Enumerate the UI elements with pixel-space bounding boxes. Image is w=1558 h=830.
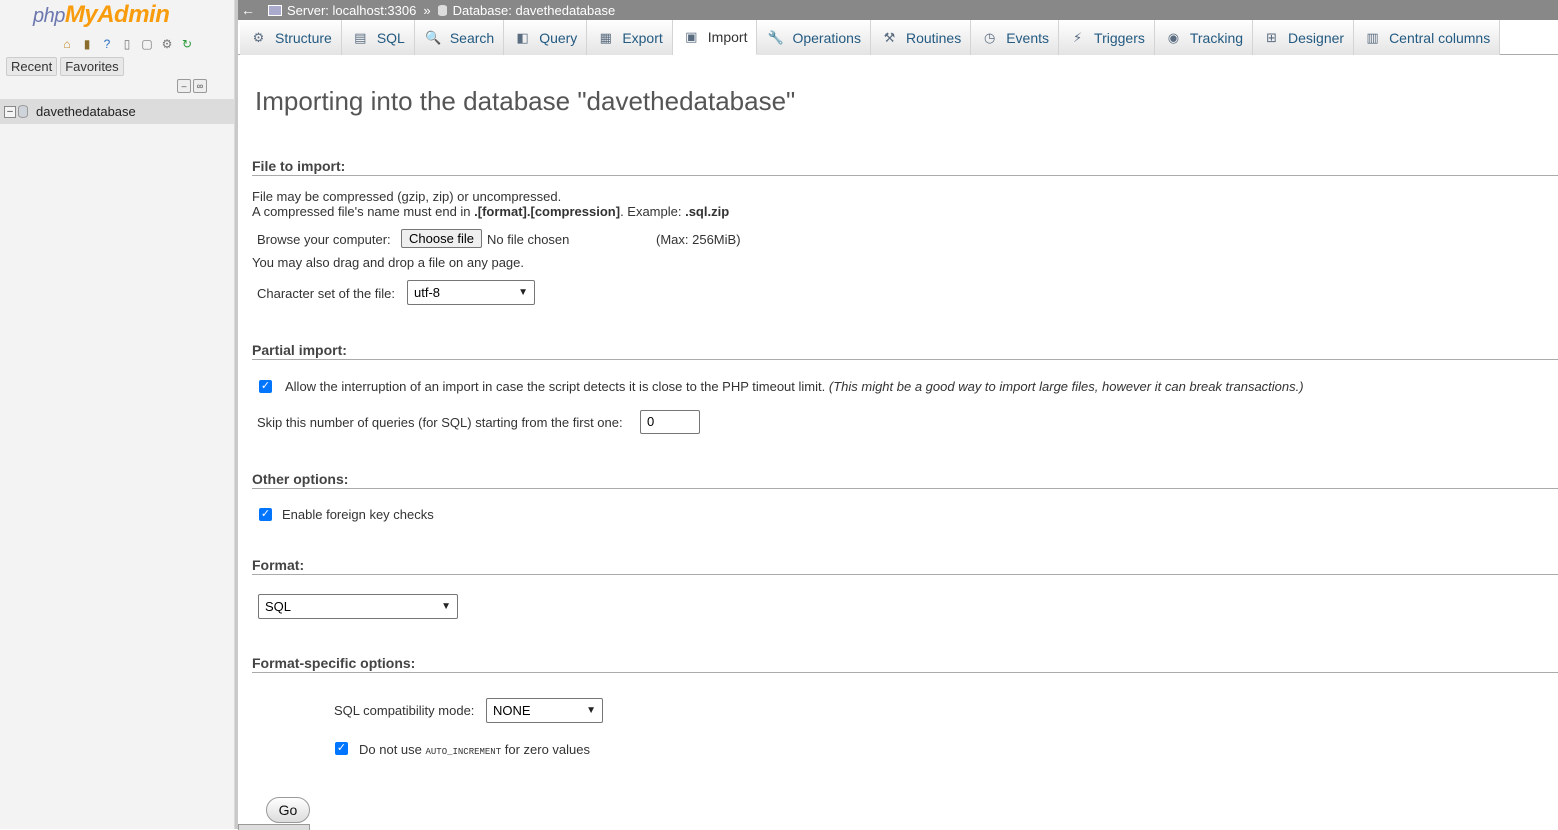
tab-designer[interactable]: ⊞ Designer (1253, 20, 1355, 55)
quick-links: ⌂ ▮ ? ▯ ▢ ⚙ ↻ (59, 36, 195, 52)
favorite-tables-button[interactable]: Favorites (60, 57, 124, 76)
sql-compat-select[interactable]: NONE ▼ (486, 698, 603, 723)
partial-import-heading: Partial import: (252, 342, 1558, 360)
allow-interrupt-label: Allow the interruption of an import in c… (285, 379, 1304, 394)
compression-note: File may be compressed (gzip, zip) or un… (252, 189, 562, 204)
phpmyadmin-logo[interactable]: phpMyAdmin (33, 1, 170, 29)
recent-favorites-tabs: Recent Favorites (6, 57, 124, 76)
breadcrumb: Server: localhost:3306 » Database: davet… (268, 3, 615, 18)
operations-icon: 🔧 (767, 29, 785, 45)
designer-icon: ⊞ (1266, 29, 1277, 45)
foreign-key-checks-label: Enable foreign key checks (282, 507, 434, 522)
collapse-all-icon[interactable]: – (177, 79, 191, 93)
link-with-main-icon[interactable]: ∞ (193, 79, 207, 93)
tab-tracking[interactable]: ◉ Tracking (1154, 20, 1254, 55)
database-name[interactable]: davethedatabase (36, 104, 136, 119)
database-icon (437, 4, 447, 16)
chevron-down-icon: ▼ (518, 287, 528, 298)
compressed-filename-note: A compressed file's name must end in .[f… (252, 204, 730, 219)
structure-icon: ⚙ (252, 29, 265, 45)
search-icon: 🔍 (425, 29, 442, 45)
collapse-icon[interactable]: – (4, 105, 16, 118)
settings-icon[interactable]: ⚙ (159, 36, 175, 52)
recent-tables-button[interactable]: Recent (6, 57, 58, 76)
chevron-down-icon: ▼ (586, 705, 596, 716)
logout-icon[interactable]: ▮ (79, 36, 95, 52)
tab-structure[interactable]: ⚙ Structure (240, 20, 342, 55)
routines-icon: ⚒ (883, 29, 896, 45)
main-content: Importing into the database "davethedata… (238, 56, 1558, 830)
tab-query[interactable]: ◧ Query (504, 20, 588, 55)
breadcrumb-server[interactable]: Server: localhost:3306 (287, 3, 416, 18)
max-upload-size: (Max: 256MiB) (656, 232, 741, 247)
choose-file-button[interactable]: Choose file (401, 229, 483, 248)
database-tabs: ⚙ Structure ▤ SQL 🔍 Search ◧ Query ▦ Export ▣… (238, 20, 1558, 55)
go-button[interactable]: Go (266, 797, 310, 823)
console-toggle[interactable] (238, 824, 310, 830)
page-title: Importing into the database "davethedata… (255, 86, 796, 116)
query-icon: ◧ (516, 29, 529, 45)
export-icon: ▦ (599, 29, 612, 45)
database-tree-item[interactable]: – davethedatabase (0, 99, 234, 124)
database-icon (18, 105, 28, 118)
charset-label: Character set of the file: (257, 286, 396, 301)
chevron-down-icon: ▼ (441, 601, 451, 612)
tab-search[interactable]: 🔍 Search (414, 20, 505, 55)
file-to-import-heading: File to import: (252, 158, 1558, 176)
docs-icon[interactable]: ▯ (119, 36, 135, 52)
format-specific-heading: Format-specific options: (252, 655, 1558, 673)
no-auto-increment-label: Do not use AUTO_INCREMENT for zero value… (359, 742, 590, 757)
browse-label: Browse your computer: (257, 232, 391, 247)
tab-central-columns[interactable]: ▥ Central columns (1354, 20, 1501, 55)
skip-queries-label: Skip this number of queries (for SQL) st… (257, 415, 623, 430)
no-auto-increment-checkbox[interactable]: ✓ (335, 742, 348, 755)
sql-compat-label: SQL compatibility mode: (334, 703, 475, 718)
format-heading: Format: (252, 557, 1558, 575)
tab-export[interactable]: ▦ Export (587, 20, 673, 55)
copy-icon[interactable]: ▢ (139, 36, 155, 52)
tab-sql[interactable]: ▤ SQL (341, 20, 415, 55)
server-icon (268, 4, 282, 16)
back-arrow-icon[interactable]: ← (238, 2, 258, 18)
import-icon: ▣ (685, 29, 698, 44)
triggers-icon: ⚡ (1072, 29, 1083, 45)
sql-icon: ▤ (354, 29, 367, 45)
tree-tools: – ∞ (177, 79, 207, 93)
allow-interrupt-checkbox[interactable]: ✓ (259, 380, 272, 393)
navigation-sidebar: phpMyAdmin ⌂ ▮ ? ▯ ▢ ⚙ ↻ Recent Favorite… (0, 0, 235, 829)
central-columns-icon: ▥ (1366, 29, 1379, 45)
tab-routines[interactable]: ⚒ Routines (870, 20, 972, 55)
format-select[interactable]: SQL ▼ (258, 594, 458, 619)
tab-triggers[interactable]: ⚡ Triggers (1059, 20, 1155, 55)
home-icon[interactable]: ⌂ (59, 36, 75, 52)
foreign-key-checks-checkbox[interactable]: ✓ (259, 508, 272, 521)
tab-import[interactable]: ▣ Import (672, 20, 758, 55)
charset-select[interactable]: utf-8 ▼ (407, 280, 535, 305)
no-file-chosen-text: No file chosen (487, 232, 570, 247)
breadcrumb-separator: » (423, 2, 431, 18)
breadcrumb-bar: ← Server: localhost:3306 » Database: dav… (238, 0, 1558, 20)
tab-operations[interactable]: 🔧 Operations (757, 20, 871, 55)
tab-events[interactable]: ◷ Events (971, 20, 1060, 55)
reload-icon[interactable]: ↻ (179, 36, 195, 52)
drag-drop-note: You may also drag and drop a file on any… (252, 255, 524, 270)
skip-queries-input[interactable]: 0 (640, 410, 700, 434)
events-icon: ◷ (984, 29, 996, 45)
other-options-heading: Other options: (252, 471, 1558, 489)
tracking-icon: ◉ (1167, 29, 1180, 45)
help-icon[interactable]: ? (99, 36, 115, 52)
breadcrumb-database[interactable]: Database: davethedatabase (453, 3, 616, 18)
